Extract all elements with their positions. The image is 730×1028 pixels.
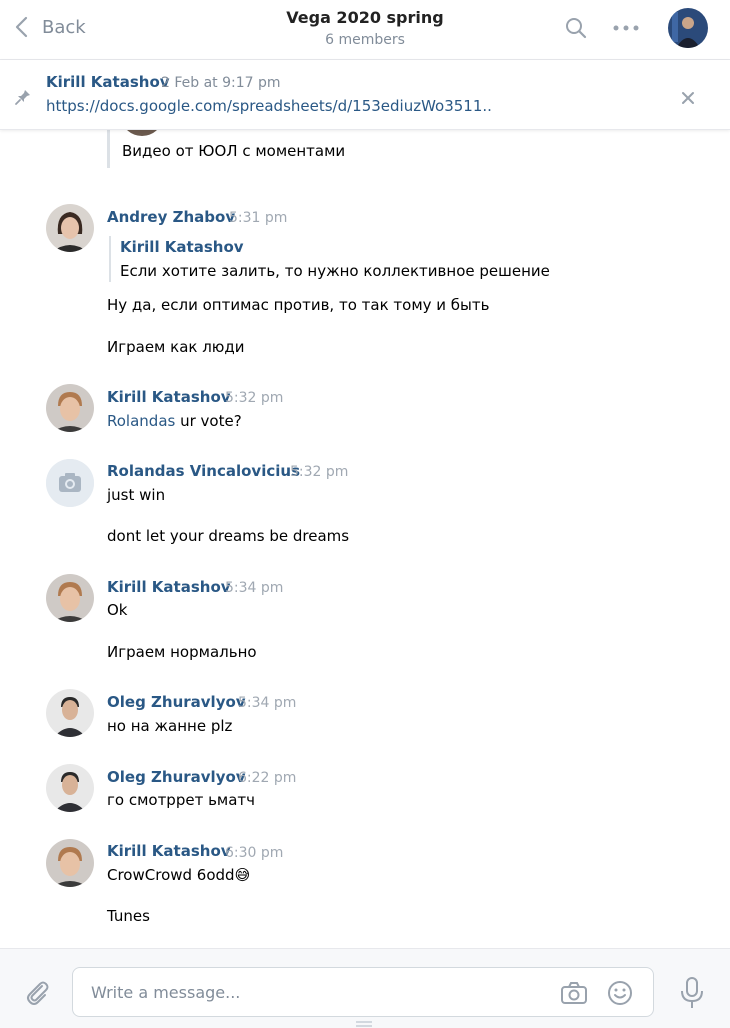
message-time[interactable]: 6:22 pm: [238, 770, 296, 786]
more-button[interactable]: [612, 14, 640, 42]
unpin-button[interactable]: [676, 86, 700, 110]
avatar[interactable]: [46, 689, 94, 737]
smile-icon: [608, 981, 632, 1005]
message-text: Играем как люди: [107, 338, 245, 356]
more-dots-icon: [613, 25, 639, 31]
pin-icon: [15, 90, 30, 105]
message-author[interactable]: Oleg Zhuravlyov: [107, 693, 246, 711]
message-text-rest: ur vote?: [175, 412, 242, 430]
quote-text: Если хотите залить, то нужно коллективно…: [120, 262, 550, 280]
message-author[interactable]: Kirill Katashov: [107, 388, 231, 406]
message-text: го смотррет ьматч: [107, 791, 256, 809]
message-text: Ok: [107, 601, 128, 619]
chat-header: Back Vega 2020 spring 6 members: [0, 0, 730, 60]
message-time[interactable]: 5:32 pm: [225, 390, 283, 406]
message-text: Ну да, если оптимас против, то так тому …: [107, 296, 490, 314]
message-time[interactable]: 5:34 pm: [225, 580, 283, 596]
avatar[interactable]: [46, 204, 94, 252]
camera-placeholder-icon: [46, 459, 94, 507]
message-text: Играем нормально: [107, 643, 257, 661]
pinned-message[interactable]: Kirill Katashov 2 Feb at 9:17 pm https:/…: [0, 60, 730, 130]
message-composer: [0, 948, 730, 1028]
message-author[interactable]: Kirill Katashov: [107, 578, 231, 596]
avatar[interactable]: [46, 459, 94, 507]
message-item: Kirill Katashov 5:32 pm Rolandas ur vote…: [0, 382, 730, 442]
message-text: Tunes: [107, 907, 150, 925]
search-icon: [566, 18, 587, 39]
camera-icon: [561, 982, 587, 1004]
message-text: CrowCrowd 6odd😅: [107, 866, 251, 884]
message-input-box[interactable]: [72, 967, 654, 1017]
message-item: Oleg Zhuravlyov 5:34 pm но на жанне plz: [0, 686, 730, 746]
voice-message-button[interactable]: [678, 975, 706, 1011]
message-item: Kirill Katashov 6:30 pm CrowCrowd 6odd😅 …: [0, 836, 730, 936]
message-time[interactable]: 5:32 pm: [290, 464, 348, 480]
paperclip-icon: [27, 981, 49, 1005]
microphone-icon: [681, 977, 703, 1008]
avatar[interactable]: [46, 574, 94, 622]
avatar[interactable]: [122, 130, 162, 136]
message-text: just win: [107, 486, 166, 504]
quote-bar: [107, 130, 110, 168]
camera-button[interactable]: [559, 978, 589, 1008]
avatar[interactable]: [46, 384, 94, 432]
attach-button[interactable]: [22, 977, 52, 1007]
message-item: Kirill Katashov 5:34 pm Ok Играем нормал…: [0, 572, 730, 672]
search-button[interactable]: [562, 14, 590, 42]
message-time[interactable]: 5:31 pm: [229, 210, 287, 226]
message-time[interactable]: 6:30 pm: [225, 845, 283, 861]
pinned-link[interactable]: https://docs.google.com/spreadsheets/d/1…: [46, 97, 492, 115]
close-icon: [682, 92, 694, 104]
avatar[interactable]: [46, 839, 94, 887]
message-text: dont let your dreams be dreams: [107, 527, 350, 545]
message-list[interactable]: Видео от ЮОЛ с моментами Andrey Zhabov 5…: [0, 130, 730, 948]
message-text: но на жанне plz: [107, 717, 233, 735]
pinned-author[interactable]: Kirill Katashov: [46, 73, 170, 91]
avatar[interactable]: [46, 764, 94, 812]
message-author[interactable]: Kirill Katashov: [107, 842, 231, 860]
quote-author[interactable]: Kirill Katashov: [120, 238, 244, 256]
message-author[interactable]: Oleg Zhuravlyov: [107, 768, 246, 786]
message-item: Rolandas Vincalovicius 5:32 pm just win …: [0, 456, 730, 556]
resize-handle-icon[interactable]: [356, 1021, 372, 1027]
message-text: Rolandas ur vote?: [107, 412, 242, 430]
message-item: Andrey Zhabov 5:31 pm Kirill Katashov Ес…: [0, 200, 730, 370]
message-item: Oleg Zhuravlyov 6:22 pm го смотррет ьмат…: [0, 762, 730, 822]
message-author[interactable]: Andrey Zhabov: [107, 208, 235, 226]
message-text: Видео от ЮОЛ с моментами: [122, 142, 346, 160]
emoji-button[interactable]: [605, 978, 635, 1008]
pinned-time: 2 Feb at 9:17 pm: [161, 75, 281, 91]
message-author[interactable]: Rolandas Vincalovicius: [107, 462, 300, 480]
message-time[interactable]: 5:34 pm: [238, 695, 296, 711]
quote-bar: [109, 236, 111, 282]
mention-link[interactable]: Rolandas: [107, 412, 175, 430]
message-input[interactable]: [91, 981, 531, 1003]
chat-avatar[interactable]: [668, 8, 708, 48]
